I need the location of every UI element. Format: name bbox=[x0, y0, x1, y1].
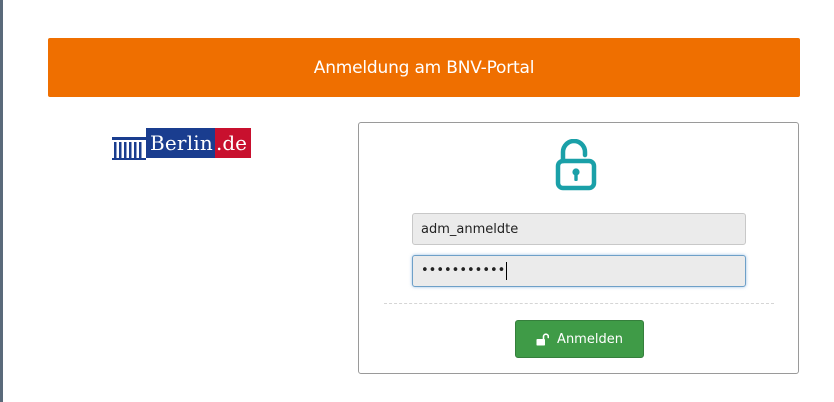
username-input[interactable] bbox=[412, 213, 746, 245]
text-cursor bbox=[506, 261, 508, 280]
unlock-icon bbox=[536, 332, 550, 345]
login-panel: ••••••••••• Anmelden bbox=[358, 122, 799, 374]
logo-text-de: .de bbox=[214, 128, 251, 158]
login-button[interactable]: Anmelden bbox=[515, 320, 644, 358]
password-input[interactable]: ••••••••••• bbox=[412, 255, 746, 287]
berlin-de-logo: Berlin .de bbox=[112, 126, 280, 162]
brandenburg-gate-icon bbox=[112, 137, 150, 160]
unlocked-padlock-icon bbox=[555, 139, 597, 191]
form-divider bbox=[384, 303, 774, 304]
logo-wordmark: Berlin .de bbox=[146, 128, 251, 158]
login-button-label: Anmelden bbox=[557, 331, 623, 347]
window-left-border bbox=[0, 0, 3, 402]
password-masked-value: ••••••••••• bbox=[421, 263, 506, 278]
page-header: Anmeldung am BNV-Portal bbox=[48, 38, 800, 97]
logo-text-berlin: Berlin bbox=[146, 128, 215, 158]
page-title: Anmeldung am BNV-Portal bbox=[313, 57, 535, 78]
